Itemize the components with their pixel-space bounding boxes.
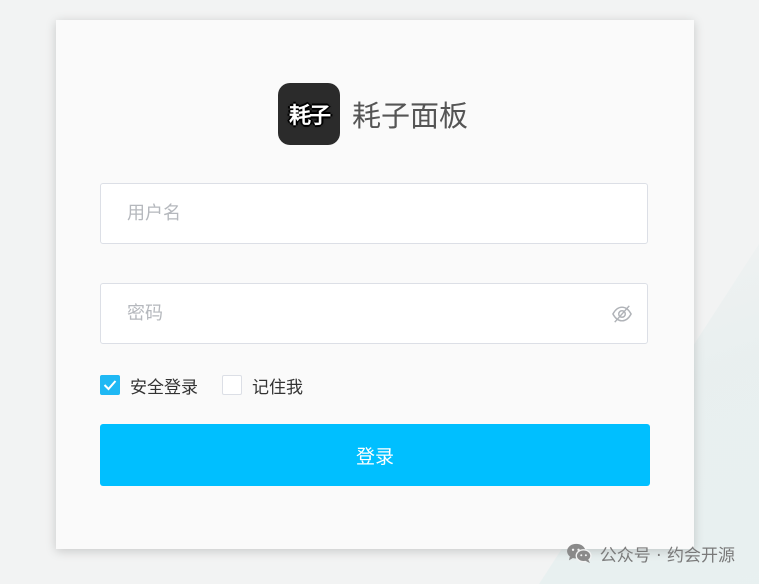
login-options: 安全登录 记住我 bbox=[100, 373, 327, 398]
remember-me-checkbox[interactable] bbox=[222, 375, 242, 395]
watermark-text: 公众号 · 约会开源 bbox=[599, 545, 735, 566]
login-card: 耗子 耗子面板 安全登录 记住我 登录 bbox=[56, 20, 694, 549]
password-field-wrapper bbox=[100, 283, 648, 344]
secure-login-option[interactable]: 安全登录 bbox=[100, 373, 198, 398]
watermark: 公众号 · 约会开源 bbox=[566, 540, 735, 566]
check-icon bbox=[103, 380, 117, 391]
password-input[interactable] bbox=[101, 284, 647, 343]
app-logo: 耗子 bbox=[278, 83, 340, 145]
secure-login-label: 安全登录 bbox=[130, 377, 198, 398]
remember-me-label: 记住我 bbox=[252, 377, 303, 398]
secure-login-checkbox[interactable] bbox=[100, 375, 120, 395]
brand-header: 耗子 耗子面板 bbox=[278, 83, 468, 145]
app-title: 耗子面板 bbox=[352, 99, 469, 133]
logo-text: 耗子 bbox=[288, 104, 331, 129]
remember-me-option[interactable]: 记住我 bbox=[222, 373, 303, 398]
eye-slash-icon[interactable] bbox=[611, 304, 633, 324]
login-button[interactable]: 登录 bbox=[100, 424, 650, 486]
username-input[interactable] bbox=[101, 184, 647, 243]
wechat-icon bbox=[566, 543, 592, 564]
username-field-wrapper bbox=[100, 183, 648, 244]
